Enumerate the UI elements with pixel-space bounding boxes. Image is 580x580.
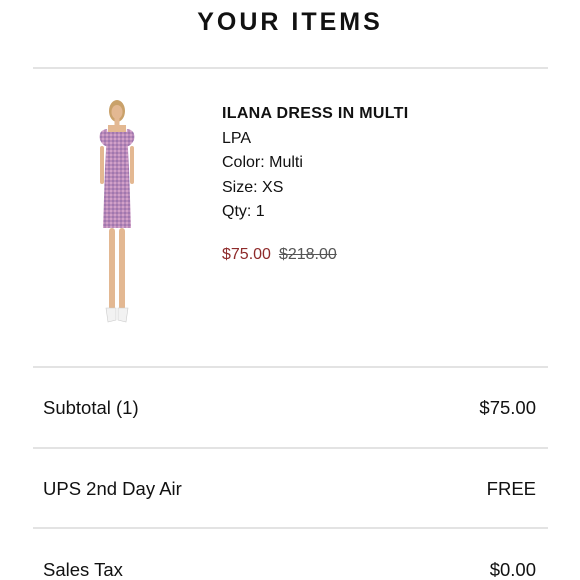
subtotal-label: Subtotal (1) [43,397,139,418]
item-prices: $75.00 $218.00 [222,246,337,264]
item-size: Size: XS [222,178,284,196]
subtotal-row: Subtotal (1) $75.00 [43,397,536,419]
divider-shipping [33,527,548,529]
item-color: Color: Multi [222,154,303,171]
tax-row: Sales Tax $0.00 [43,559,536,580]
cart-summary-page: YOUR ITEMS ILANA DRESS IN MULTI LPA Colo… [0,0,580,580]
subtotal-value: $75.00 [479,397,536,418]
item-qty: Qty: 1 [222,203,265,220]
tax-label: Sales Tax [43,559,123,580]
divider-summary [33,366,548,368]
divider-top [33,67,548,69]
shipping-value: FREE [486,478,536,499]
item-details: ILANA DRESS IN MULTI LPA Color: Multi Si… [222,102,408,225]
tax-value: $0.00 [489,559,536,580]
original-price: $218.00 [278,246,337,263]
item-name[interactable]: ILANA DRESS IN MULTI [222,102,408,127]
shipping-label: UPS 2nd Day Air [43,478,182,499]
page-title: YOUR ITEMS [197,8,383,36]
product-image[interactable] [86,98,148,330]
divider-subtotal [33,447,548,449]
item-brand: LPA [222,129,252,147]
shipping-row: UPS 2nd Day Air FREE [43,478,536,500]
sale-price: $75.00 [222,246,271,263]
